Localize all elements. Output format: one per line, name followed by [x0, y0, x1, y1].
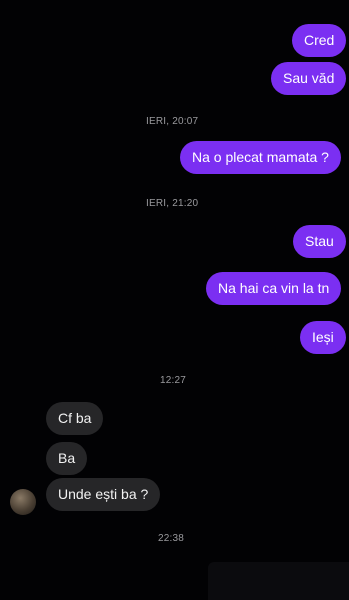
sent-message[interactable]: Na o plecat mamata ? — [180, 141, 341, 174]
received-message[interactable]: Unde ești ba ? — [46, 478, 161, 511]
received-message[interactable]: Ba — [46, 442, 88, 475]
timestamp: IERI, 21:20 — [146, 198, 199, 209]
bottom-overlay — [208, 562, 349, 600]
timestamp: 22:38 — [158, 533, 185, 544]
sent-message[interactable]: Cred — [292, 24, 347, 57]
received-message[interactable]: Cf ba — [46, 402, 104, 435]
timestamp: IERI, 20:07 — [146, 116, 199, 127]
sent-message[interactable]: Ieși — [300, 321, 346, 354]
contact-avatar[interactable] — [10, 489, 36, 515]
timestamp: 12:27 — [160, 375, 187, 386]
chat-thread: Cred Sau văd IERI, 20:07 Na o plecat mam… — [0, 0, 349, 600]
sent-message[interactable]: Sau văd — [271, 62, 347, 95]
sent-message[interactable]: Na hai ca vin la tn — [206, 272, 342, 305]
sent-message[interactable]: Stau — [293, 225, 346, 258]
